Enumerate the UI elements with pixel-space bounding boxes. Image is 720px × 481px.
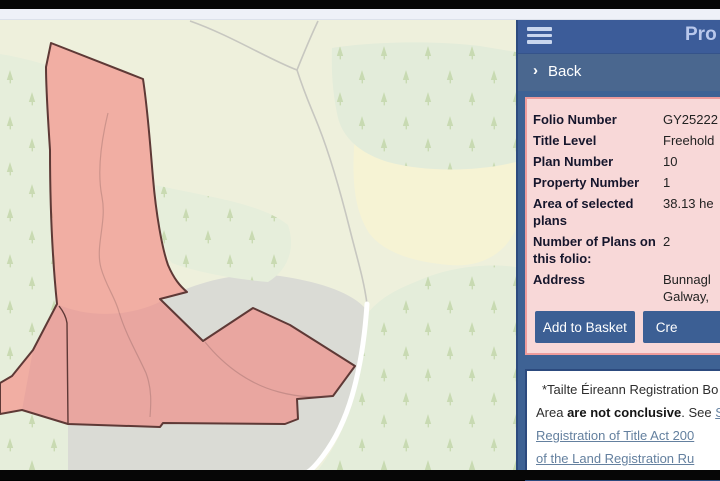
detail-row-address: Address Bunnagl Galway, (533, 271, 720, 305)
property-panel: Pro › Back Folio Number GY25222 Title Le… (516, 20, 720, 470)
disclaimer-box: *Tailte Éireann Registration Bo Area are… (525, 369, 720, 481)
back-button[interactable]: › Back (518, 53, 720, 91)
add-to-basket-button[interactable]: Add to Basket (535, 311, 635, 343)
create-button[interactable]: Cre (643, 311, 720, 343)
panel-title: Pro (685, 24, 717, 46)
panel-header: Pro (518, 20, 720, 53)
back-label: Back (548, 63, 581, 80)
disclaimer-link-line4[interactable]: of the Land Registration Ru (536, 447, 720, 470)
bottom-black-bar (0, 470, 720, 480)
menu-icon[interactable] (527, 27, 552, 46)
top-black-bar (0, 0, 720, 9)
detail-row-plan-number: Plan Number 10 (533, 153, 720, 170)
detail-row-title-level: Title Level Freehold (533, 132, 720, 149)
disclaimer-line1: *Tailte Éireann Registration Bo (536, 378, 720, 401)
disclaimer-link-line3[interactable]: Registration of Title Act 200 (536, 424, 720, 447)
detail-row-property-number: Property Number 1 (533, 174, 720, 191)
browser-chrome-strip (0, 9, 720, 20)
detail-row-plan-count: Number of Plans on this folio: 2 (533, 233, 720, 267)
detail-row-area: Area of selected plans 38.13 he (533, 195, 720, 229)
folio-details-box: Folio Number GY25222 Title Level Freehol… (525, 97, 720, 355)
detail-row-folio-number: Folio Number GY25222 (533, 111, 720, 128)
disclaimer-link-start[interactable]: S (715, 405, 720, 420)
back-chevron-icon: › (533, 62, 538, 79)
disclaimer-line2: Area are not conclusive. See S (536, 401, 720, 424)
details-actions: Add to Basket Cre (533, 311, 720, 343)
